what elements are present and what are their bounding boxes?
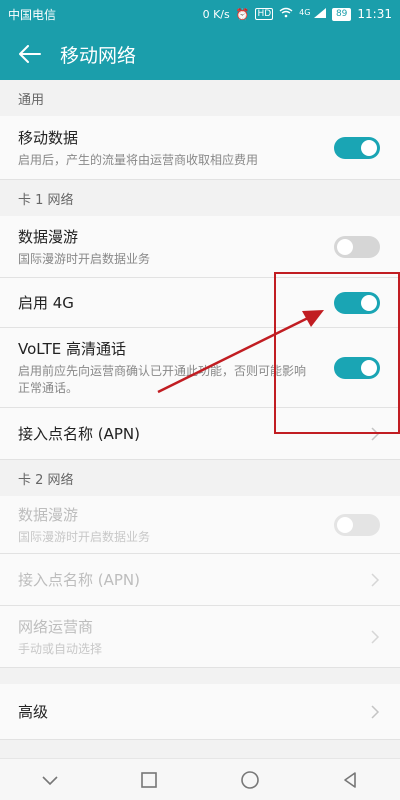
mobile-data-toggle[interactable]	[334, 136, 380, 159]
sim1-data-roaming-title: 数据漫游	[18, 227, 79, 246]
section-header-sim1: 卡 1 网络	[0, 180, 400, 216]
chevron-right-icon	[371, 572, 380, 587]
status-bar: 中国电信 0 K/s ⏰ HD 4G 89 11:31	[0, 0, 400, 28]
sim2-data-roaming-title: 数据漫游	[18, 505, 79, 524]
sim2-operator-subtitle: 手动或自动选择	[18, 641, 103, 656]
volte-subtitle: 启用前应先向运营商确认已开通此功能，否则可能影响正常通话。	[18, 364, 307, 395]
mobile-data-subtitle: 启用后，产生的流量将由运营商收取相应费用	[18, 152, 259, 167]
section-header-sim2: 卡 2 网络	[0, 460, 400, 496]
sim2-apn-row: 接入点名称 (APN)	[0, 554, 400, 606]
annotation-highlight-box	[274, 272, 400, 434]
system-nav-bar	[0, 758, 400, 800]
alarm-icon: ⏰	[235, 7, 250, 21]
chevron-right-icon	[371, 629, 380, 644]
carrier-label: 中国电信	[8, 7, 57, 22]
sim1-data-roaming-row[interactable]: 数据漫游 国际漫游时开启数据业务	[0, 216, 400, 278]
network-speed: 0 K/s	[202, 7, 230, 21]
sim2-data-roaming-row: 数据漫游 国际漫游时开启数据业务	[0, 496, 400, 554]
battery-icon: 89	[331, 7, 352, 21]
chevron-right-icon	[371, 704, 380, 719]
sim2-apn-title: 接入点名称 (APN)	[18, 571, 141, 589]
section-header-general: 通用	[0, 80, 400, 116]
sim2-operator-title: 网络运营商	[18, 617, 94, 636]
page-title: 移动网络	[60, 44, 137, 67]
nav-home-icon[interactable]	[240, 770, 260, 790]
sim1-data-roaming-toggle[interactable]	[334, 235, 380, 258]
back-button[interactable]	[0, 28, 60, 80]
mobile-data-row[interactable]: 移动数据 启用后，产生的流量将由运营商收取相应费用	[0, 116, 400, 180]
sim2-operator-row: 网络运营商 手动或自动选择	[0, 606, 400, 668]
sim2-data-roaming-subtitle: 国际漫游时开启数据业务	[18, 529, 151, 544]
section-spacer	[0, 668, 400, 684]
advanced-row[interactable]: 高级	[0, 684, 400, 740]
signal-label: 4G	[299, 7, 311, 17]
status-icons: 0 K/s ⏰ HD 4G 89 11:31	[203, 7, 392, 21]
sim1-data-roaming-subtitle: 国际漫游时开启数据业务	[18, 251, 151, 266]
nav-back-icon[interactable]	[341, 771, 359, 789]
app-bar: 移动网络	[0, 28, 400, 80]
hd-badge: HD	[255, 8, 274, 20]
mobile-data-title: 移动数据	[18, 128, 79, 147]
clock: 11:31	[357, 7, 392, 21]
wifi-icon	[279, 7, 293, 21]
signal-icon: 4G	[299, 7, 326, 21]
arrow-left-icon	[19, 45, 41, 63]
volte-title: VoLTE 高清通话	[18, 340, 126, 358]
advanced-title: 高级	[18, 703, 49, 721]
nav-collapse-icon[interactable]	[41, 774, 59, 786]
nav-recent-icon[interactable]	[140, 771, 158, 789]
sim2-data-roaming-toggle	[334, 513, 380, 536]
